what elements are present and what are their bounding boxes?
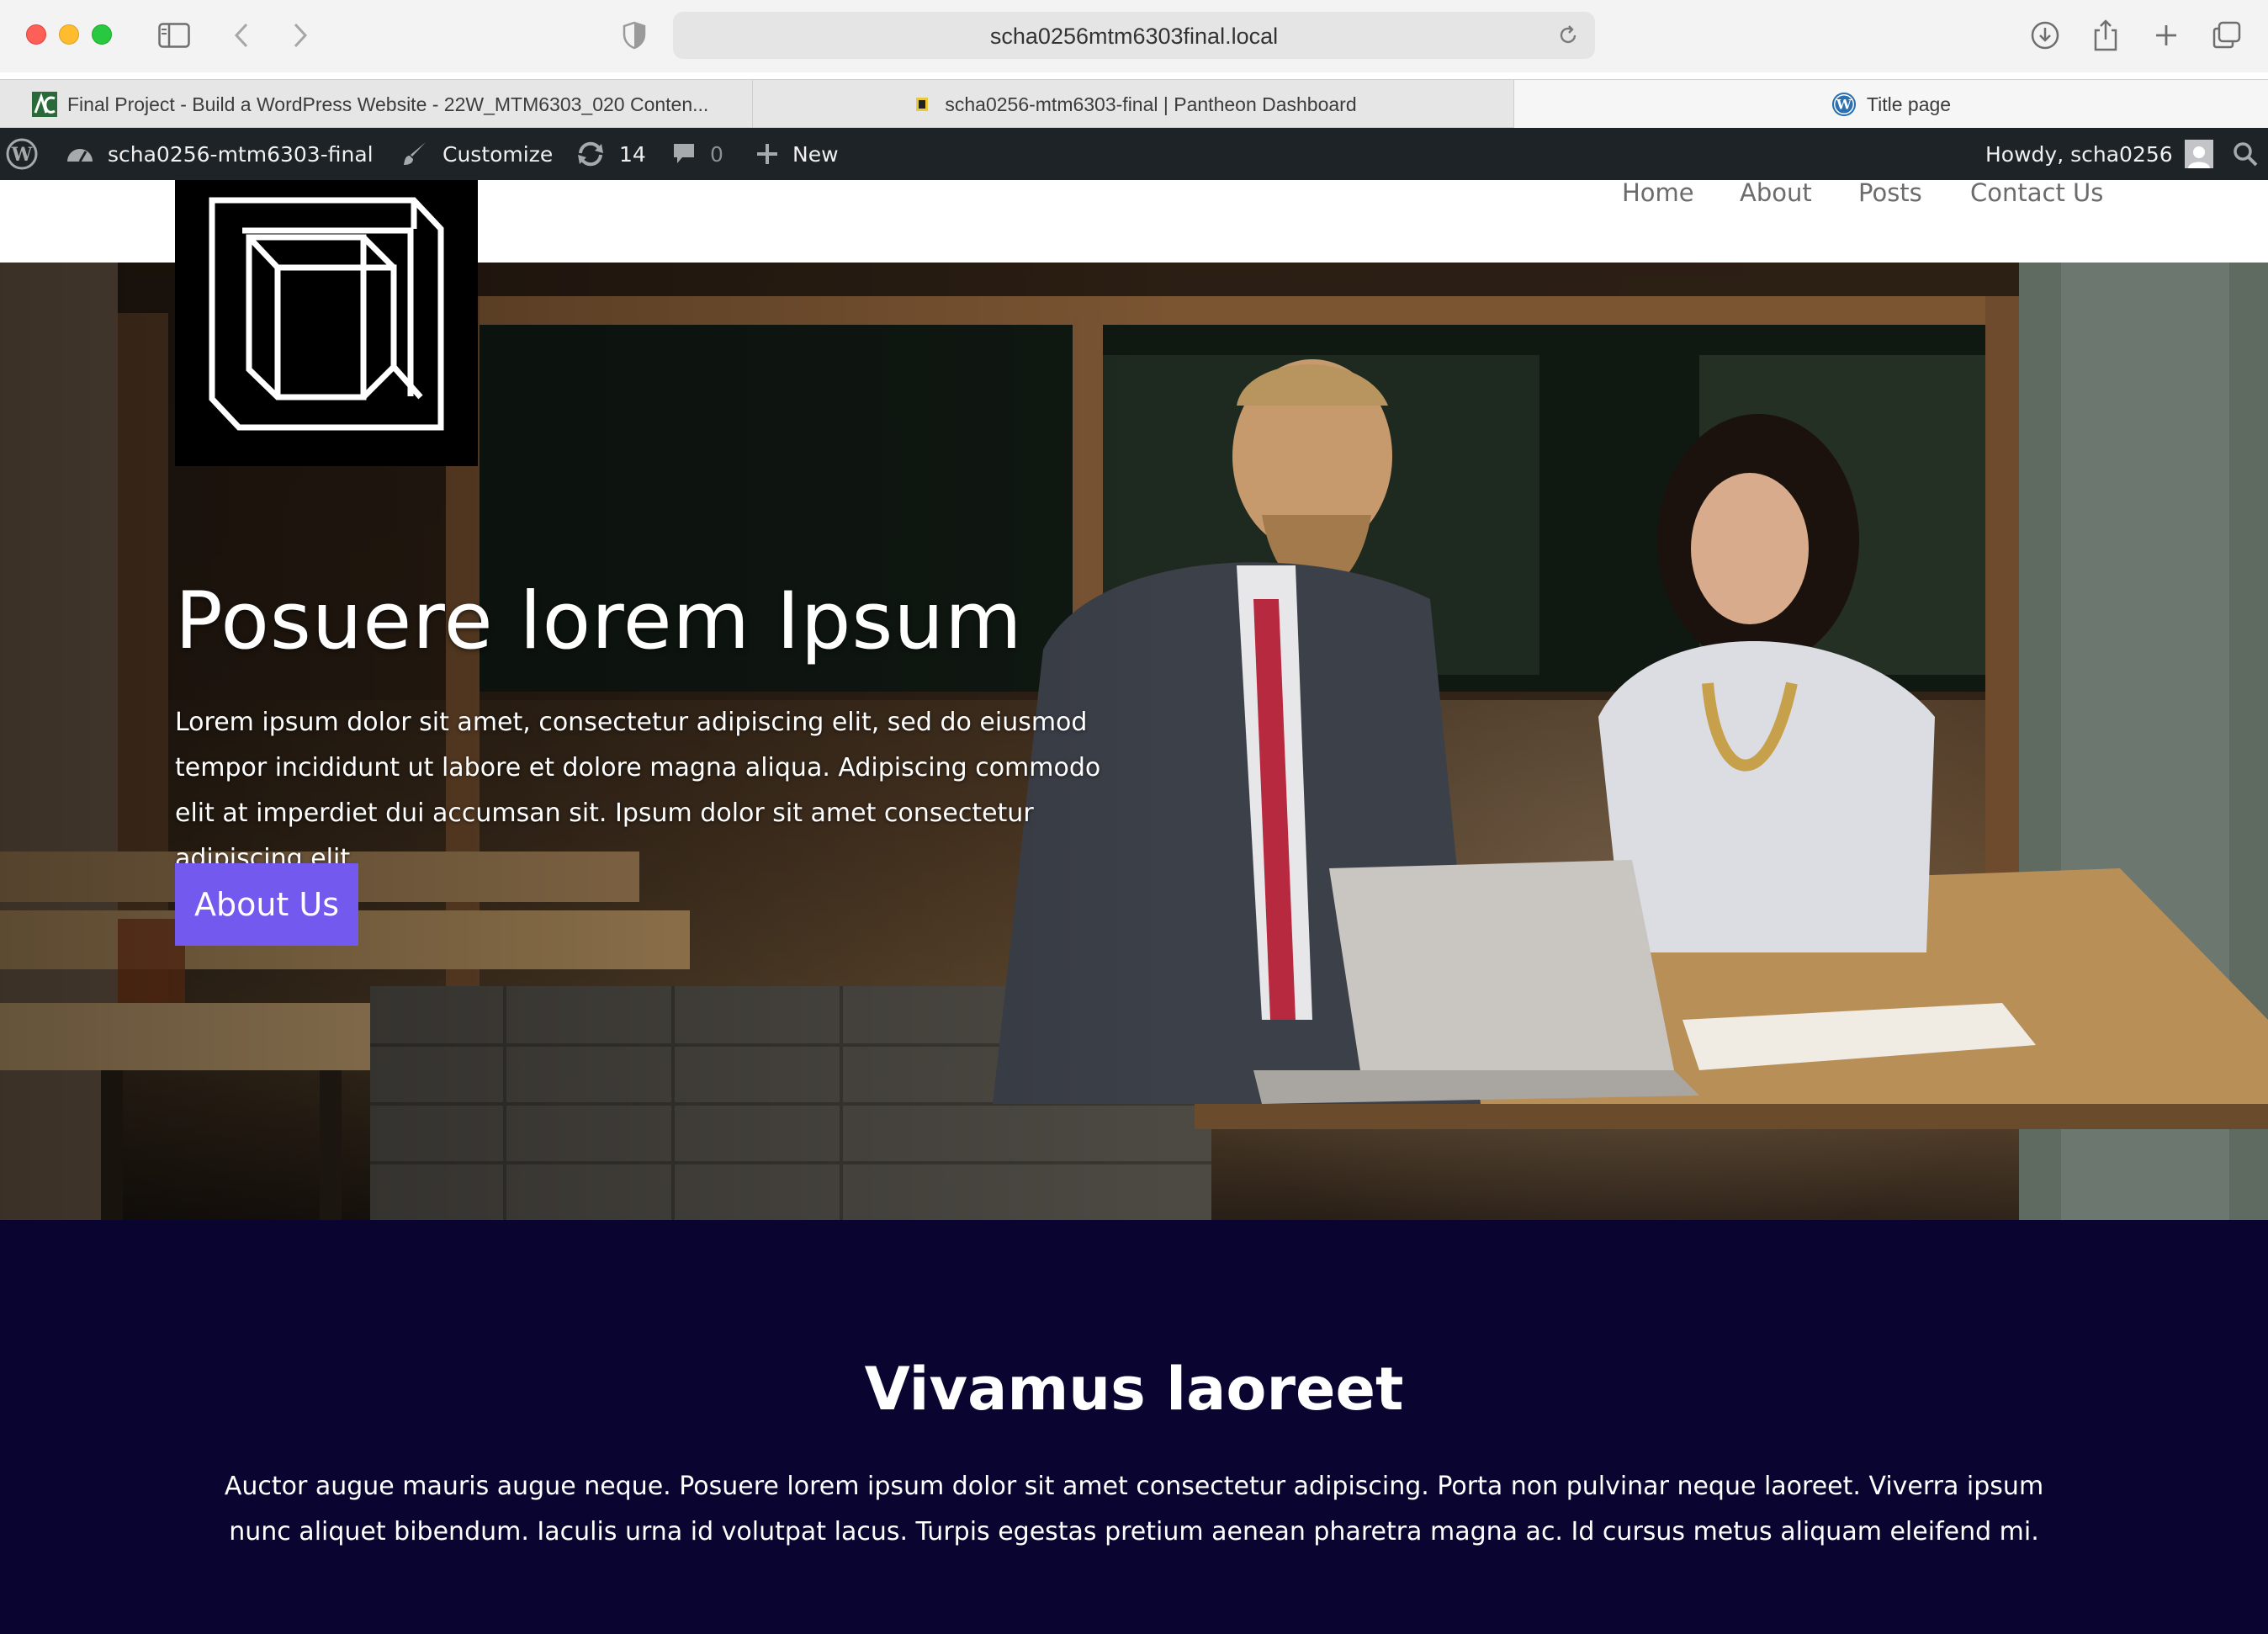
tab-pantheon-dashboard[interactable]: scha0256-mtm6303-final | Pantheon Dashbo… [753, 80, 1514, 129]
plus-icon [755, 142, 779, 166]
customize-link[interactable]: Customize [400, 128, 553, 180]
tab-final-project[interactable]: Final Project - Build a WordPress Websit… [0, 80, 753, 129]
minimize-window-button[interactable] [59, 24, 79, 45]
nav-contact-us[interactable]: Contact Us [1970, 178, 2103, 207]
updates-link[interactable]: 14 [575, 128, 646, 180]
site-logo[interactable] [175, 180, 478, 466]
search-icon[interactable] [2233, 128, 2258, 180]
sidebar-toggle-icon[interactable] [153, 15, 195, 56]
new-label: New [792, 141, 839, 167]
svg-text:W: W [11, 144, 33, 166]
url-text: scha0256mtm6303final.local [989, 24, 1279, 49]
privacy-shield-icon[interactable] [613, 15, 655, 56]
browser-toolbar: scha0256mtm6303final.local [0, 0, 2268, 72]
hero-text: Lorem ipsum dolor sit amet, consectetur … [175, 708, 1101, 873]
wp-admin-bar: W scha0256-mtm6303-final Customize 14 0 … [0, 128, 2268, 180]
comment-bubble-icon [671, 141, 697, 167]
about-us-button[interactable]: About Us [175, 863, 358, 946]
avatar [2184, 140, 2213, 168]
tab-label: Final Project - Build a WordPress Websit… [67, 93, 709, 115]
course-site-icon [32, 92, 57, 117]
address-bar[interactable]: scha0256mtm6303final.local [673, 12, 1595, 59]
my-account-menu[interactable]: Howdy, scha0256 [1985, 128, 2213, 180]
tab-label: scha0256-mtm6303-final | Pantheon Dashbo… [945, 93, 1357, 115]
tab-label: Title page [1866, 93, 1952, 115]
tab-title-page[interactable]: W Title page [1514, 80, 2268, 129]
hero-title: Posuere lorem Ipsum [175, 576, 1023, 667]
nav-about[interactable]: About [1740, 178, 1812, 207]
site-name: scha0256-mtm6303-final [108, 141, 374, 167]
new-tab-icon[interactable] [2145, 15, 2187, 56]
wp-logo-menu[interactable]: W [5, 128, 52, 180]
share-icon[interactable] [2085, 15, 2127, 56]
forward-icon[interactable] [279, 15, 321, 56]
zoom-window-button[interactable] [92, 24, 112, 45]
customize-label: Customize [442, 141, 554, 167]
downloads-icon[interactable] [2024, 15, 2066, 56]
nav-posts[interactable]: Posts [1858, 178, 1922, 207]
new-content-menu[interactable]: New [755, 128, 839, 180]
svg-text:W: W [1836, 97, 1852, 113]
section-text: Auctor augue mauris augue neque. Posuere… [224, 1472, 2044, 1546]
close-window-button[interactable] [26, 24, 46, 45]
tab-overview-icon[interactable] [2206, 15, 2248, 56]
pantheon-icon [909, 92, 935, 117]
howdy-text: Howdy, scha0256 [1985, 141, 2173, 167]
cube-logo-icon [209, 197, 444, 431]
intro-section: Vivamus laoreet Auctor augue mauris augu… [0, 1220, 2268, 1634]
paintbrush-icon [400, 140, 429, 168]
back-icon[interactable] [220, 15, 262, 56]
comments-count: 0 [710, 141, 723, 167]
section-title: Vivamus laoreet [864, 1355, 1404, 1424]
dashboard-gauge-icon [66, 141, 94, 167]
wordpress-logo-icon: W [5, 137, 39, 171]
nav-home[interactable]: Home [1622, 178, 1694, 207]
tab-bar: Final Project - Build a WordPress Websit… [0, 79, 2268, 129]
site-name-menu[interactable]: scha0256-mtm6303-final [66, 128, 374, 180]
updates-count: 14 [619, 141, 646, 167]
comments-link[interactable]: 0 [671, 128, 723, 180]
reload-icon[interactable] [1553, 20, 1583, 50]
updates-icon [575, 141, 606, 167]
wordpress-icon: W [1831, 92, 1857, 117]
